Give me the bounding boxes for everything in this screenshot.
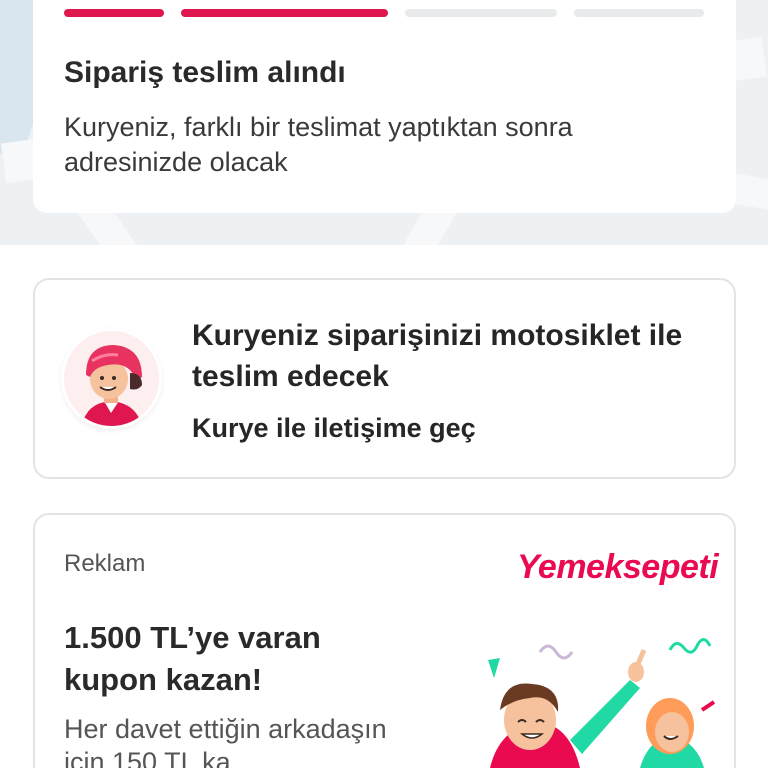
progress-step-1 (64, 9, 164, 17)
order-status-card (33, 0, 736, 213)
progress-step-4 (574, 9, 704, 17)
progress-step-3 (405, 9, 557, 17)
progress-step-2 (181, 9, 388, 17)
courier-avatar (64, 331, 159, 426)
ad-label: Reklam (64, 550, 146, 577)
order-status-title: Sipariş teslim alındı (64, 56, 346, 89)
contact-courier-link[interactable]: Kurye ile iletişime geç (192, 413, 476, 444)
courier-delivery-text: Kuryeniz siparişinizi motosiklet ile tes… (192, 319, 683, 393)
yemeksepeti-logo: Yemeksepeti (517, 548, 719, 586)
friends-celebration-illustration (488, 638, 716, 768)
ad-title: 1.500 TL’ye varan kupon kazan! (64, 620, 321, 697)
ad-body-text: Her davet ettiğin arkadaşın için 150 TL … (64, 714, 387, 768)
order-status-subtitle: Kuryeniz, farklı bir teslimat yaptıktan … (64, 112, 573, 177)
courier-helmet-icon (64, 331, 159, 426)
